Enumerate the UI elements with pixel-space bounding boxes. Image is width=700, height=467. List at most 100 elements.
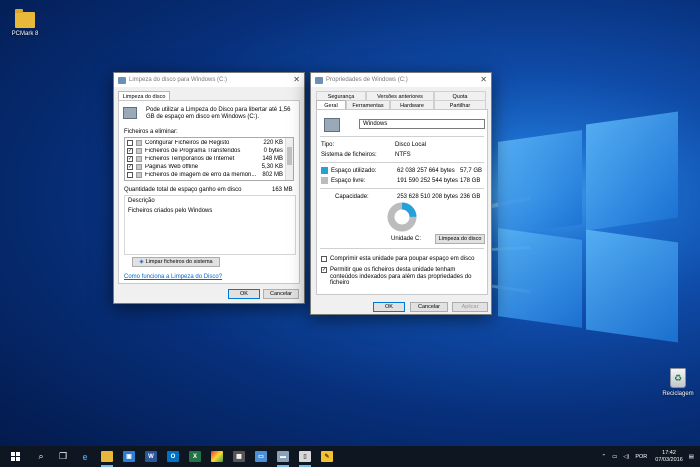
windows-logo-pane <box>498 130 582 236</box>
chevron-up-icon[interactable]: ⌃ <box>601 454 606 460</box>
used-label: Espaço utilizado: <box>331 168 377 174</box>
lock-icon <box>136 164 142 170</box>
cancel-button[interactable]: Cancelar <box>263 289 299 299</box>
apply-button[interactable]: Aplicar <box>452 302 488 312</box>
divider <box>320 162 484 163</box>
remote-desktop-icon[interactable]: ▭ <box>250 446 272 467</box>
filesystem-label: Sistema de ficheiros: <box>321 152 377 158</box>
folder-icon <box>15 9 35 28</box>
search-icon[interactable]: ⌕ <box>30 446 52 467</box>
outlook-icon[interactable]: O <box>162 446 184 467</box>
usage-donut-chart <box>387 202 417 232</box>
title-bar[interactable]: Limpeza do disco para Windows (C:) ✕ <box>114 73 304 87</box>
notifications-icon[interactable]: ▤ <box>689 454 694 460</box>
list-item[interactable]: Páginas Web offline5,30 KB <box>127 163 283 171</box>
divider <box>320 248 484 249</box>
disk-cleanup-taskbar-icon[interactable]: ▬ <box>272 446 294 467</box>
clock-time: 17:42 <box>662 449 676 456</box>
list-item[interactable]: Ficheiros de imagem de erro da memóri...… <box>127 171 283 179</box>
excel-icon[interactable]: X <box>184 446 206 467</box>
cancel-button[interactable]: Cancelar <box>410 302 448 312</box>
tab-page: Windows Tipo: Disco Local Sistema de fic… <box>316 109 488 295</box>
windows-logo-pane <box>586 229 678 343</box>
tab-page: Pode utilizar a Limpeza do Disco para li… <box>118 100 300 284</box>
taskbar[interactable]: ⌕ ❐ e ▣ W O X ▦ ▭ ▬ ▯ ✎ ⌃ ▭ ◁) POR 17:42… <box>0 446 700 467</box>
free-label: Espaço livre: <box>331 178 366 184</box>
clock[interactable]: 17:42 07/03/2016 <box>655 450 683 464</box>
list-item[interactable]: Configurar Ficheiros de Registo 220 KB <box>127 139 283 147</box>
drive-icon <box>123 107 137 119</box>
type-value: Disco Local <box>395 142 427 148</box>
file-icon <box>136 172 142 178</box>
windows-icon <box>10 452 20 461</box>
file-icon <box>136 140 142 146</box>
scrollbar[interactable] <box>285 138 293 180</box>
checkbox[interactable] <box>321 267 327 273</box>
total-label: Quantidade total de espaço ganho em disc… <box>124 187 242 193</box>
description-text: Ficheiros criados pelo Windows <box>128 208 213 214</box>
close-icon[interactable]: ✕ <box>480 75 487 84</box>
disk-cleanup-window[interactable]: Limpeza do disco para Windows (C:) ✕ Lim… <box>113 72 305 304</box>
file-icon <box>136 148 142 154</box>
drive-icon <box>315 76 323 84</box>
files-list[interactable]: Configurar Ficheiros de Registo220 KB Fi… <box>124 137 294 181</box>
edge-icon[interactable]: e <box>74 446 96 467</box>
system-tray[interactable]: ⌃ ▭ ◁) POR 17:42 07/03/2016 ▤ <box>595 446 694 467</box>
scrollbar-thumb[interactable] <box>287 147 292 165</box>
desktop[interactable]: { "desktop":{"icons":[{"label":"PCMark 8… <box>0 0 700 467</box>
file-explorer-icon[interactable] <box>96 446 118 467</box>
used-bytes: 62 038 257 664 bytes <box>397 168 455 174</box>
index-option[interactable]: Permitir que os ficheiros desta unidade … <box>321 267 483 287</box>
disk-cleanup-icon <box>118 76 126 84</box>
checkbox[interactable] <box>127 164 133 170</box>
help-link[interactable]: Como funciona a Limpeza do Disco? <box>124 274 222 280</box>
checkbox[interactable] <box>127 140 133 146</box>
photos-icon[interactable] <box>206 446 228 467</box>
internet-icon <box>136 156 142 162</box>
checkbox[interactable] <box>321 256 327 262</box>
ok-button[interactable]: OK <box>373 302 405 312</box>
clock-date: 07/03/2016 <box>655 456 683 463</box>
app-icon[interactable]: ✎ <box>316 446 338 467</box>
free-color-swatch <box>321 177 328 184</box>
total-value: 163 MB <box>272 187 293 193</box>
type-label: Tipo: <box>321 142 335 148</box>
store-icon[interactable]: ▣ <box>118 446 140 467</box>
desktop-icon-label: Reciclagem <box>662 391 694 397</box>
desktop-icon-recycle-bin[interactable]: ♻ Reciclagem <box>656 368 700 397</box>
title-bar[interactable]: Propriedades de Windows (C:) ✕ <box>311 73 491 87</box>
word-icon[interactable]: W <box>140 446 162 467</box>
language-indicator[interactable]: POR <box>635 454 647 460</box>
calculator-icon[interactable]: ▦ <box>228 446 250 467</box>
checkbox[interactable] <box>127 172 133 178</box>
divider <box>320 136 484 137</box>
list-item[interactable]: Ficheiros Temporários de Internet148 MB <box>127 155 283 163</box>
close-icon[interactable]: ✕ <box>293 75 300 84</box>
desktop-icon-label: PCMark 8 <box>11 31 39 37</box>
windows-logo-pane <box>586 111 678 231</box>
free-gb: 178 GB <box>460 178 481 184</box>
checkbox[interactable] <box>127 156 133 162</box>
volume-icon[interactable]: ◁) <box>623 454 629 460</box>
shield-icon: ◈ <box>139 259 144 265</box>
windows-logo-pane <box>498 228 582 328</box>
task-view-icon[interactable]: ❐ <box>52 446 74 467</box>
checkbox[interactable] <box>127 148 133 154</box>
drive-properties-taskbar-icon[interactable]: ▯ <box>294 446 316 467</box>
clean-system-files-button[interactable]: ◈ Limpar ficheiros do sistema <box>132 257 220 267</box>
start-button[interactable] <box>0 446 30 467</box>
capacity-label: Capacidade: <box>335 194 369 200</box>
recycle-bin-icon: ♻ <box>670 368 686 388</box>
drive-name-input[interactable]: Windows <box>359 119 485 129</box>
drive-properties-window[interactable]: Propriedades de Windows (C:) ✕ Segurança… <box>310 72 492 315</box>
free-bytes: 191 590 252 544 bytes <box>397 178 459 184</box>
files-label: Ficheiros a eliminar: <box>124 129 178 135</box>
desktop-icon-pcmark[interactable]: PCMark 8 <box>3 9 47 37</box>
ok-button[interactable]: OK <box>228 289 260 299</box>
network-icon[interactable]: ▭ <box>612 454 617 460</box>
compress-option[interactable]: Comprimir esta unidade para poupar espaç… <box>321 256 474 262</box>
list-item[interactable]: Ficheiros de Programa Transferidos0 byte… <box>127 147 283 155</box>
drive-label: Unidade C: <box>391 236 422 242</box>
disk-cleanup-button[interactable]: Limpeza do disco <box>435 234 485 244</box>
description-group: Descrição Ficheiros criados pelo Windows <box>124 195 296 255</box>
